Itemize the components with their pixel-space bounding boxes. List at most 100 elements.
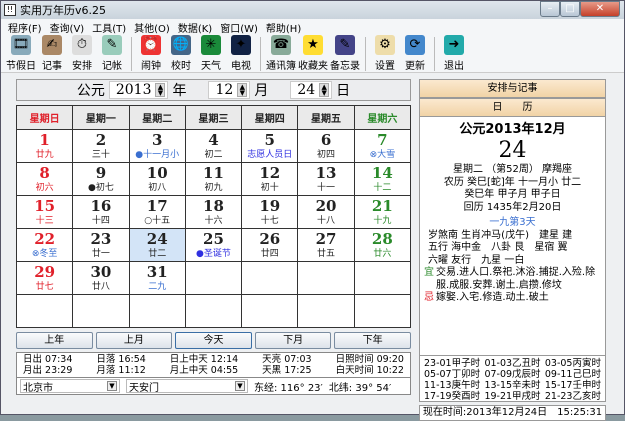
toolbar-button-time-sync[interactable]: 🌐 校时 bbox=[166, 35, 196, 72]
day-cell[interactable] bbox=[241, 294, 299, 328]
toolbar-button-memo[interactable]: ✎ 备忘录 bbox=[329, 35, 361, 72]
city-select[interactable]: 北京市 ▼ bbox=[20, 379, 120, 394]
next-month-button[interactable]: 下月 bbox=[254, 332, 332, 349]
day-cell[interactable]: 17 ○十五 bbox=[128, 195, 186, 229]
month-spinner[interactable]: 12 ▲ ▼ bbox=[208, 81, 251, 99]
year-spinner[interactable]: 2013 ▲ ▼ bbox=[108, 81, 169, 99]
day-cell[interactable] bbox=[297, 294, 355, 328]
day-cell[interactable] bbox=[128, 294, 186, 328]
day-cell[interactable]: 22 ⊗冬至 bbox=[15, 228, 74, 262]
day-number: 31 bbox=[146, 263, 168, 281]
prev-month-button[interactable]: 上月 bbox=[95, 332, 173, 349]
day-cell[interactable]: 3 ●十一月小 bbox=[128, 129, 186, 163]
hour-item: 11-13庚午时 bbox=[424, 380, 481, 391]
day-cell[interactable]: 7 ⊗大雪 bbox=[353, 129, 412, 163]
app-window: !! 实用万年历v6.25 – □ ✕ 程序(F) 查询(V) 工具(T) 其他(O)… bbox=[0, 0, 625, 421]
menu-item[interactable]: 数据(K) bbox=[174, 19, 216, 35]
toolbar-button-notes[interactable]: ✍ 记事 bbox=[37, 35, 67, 72]
day-cell[interactable]: 11 初九 bbox=[184, 162, 243, 196]
month-value[interactable]: 12 bbox=[211, 82, 237, 98]
day-cell[interactable]: 6 初四 bbox=[297, 129, 355, 163]
day-cell[interactable]: 9 ●初七 bbox=[72, 162, 130, 196]
close-button[interactable]: ✕ bbox=[580, 1, 620, 17]
menu-item[interactable]: 工具(T) bbox=[88, 19, 130, 35]
day-cell[interactable]: 19 十七 bbox=[241, 195, 299, 229]
toolbar-button-address-book[interactable]: ☎ 通讯簿 bbox=[265, 35, 297, 72]
day-number: 25 bbox=[203, 230, 224, 248]
next-year-button[interactable]: 下年 bbox=[334, 332, 411, 349]
chevron-down-icon[interactable]: ▼ bbox=[235, 381, 245, 391]
day-cell[interactable]: 18 十六 bbox=[184, 195, 243, 229]
toolbar-button-tv[interactable]: ✦ 电视 bbox=[226, 35, 256, 72]
chevron-down-icon[interactable]: ▼ bbox=[107, 381, 117, 391]
day-cell[interactable]: 25 ●圣诞节 bbox=[184, 228, 243, 262]
day-cell[interactable]: 10 初八 bbox=[128, 162, 186, 196]
day-cell[interactable] bbox=[241, 261, 299, 295]
day-unit: 日 bbox=[336, 83, 351, 99]
address-book-icon: ☎ bbox=[271, 35, 291, 55]
day-cell[interactable] bbox=[353, 261, 412, 295]
day-cell[interactable] bbox=[184, 261, 243, 295]
day-cell[interactable]: 5 志愿人员日 bbox=[241, 129, 299, 163]
toolbar-button-update[interactable]: ⟳ 更新 bbox=[400, 35, 430, 72]
menu-item[interactable]: 程序(F) bbox=[4, 19, 46, 35]
day-number: 22 bbox=[34, 230, 56, 248]
today-button[interactable]: 今天 bbox=[175, 332, 252, 349]
day-cell[interactable]: 13 十一 bbox=[297, 162, 355, 196]
day-cell[interactable]: 16 十四 bbox=[72, 195, 130, 229]
lunar-label: 十九 bbox=[373, 216, 392, 226]
toolbar-separator bbox=[131, 37, 132, 71]
menu-item[interactable]: 帮助(H) bbox=[262, 19, 305, 35]
day-cell[interactable] bbox=[184, 294, 243, 328]
toolbar-button-accounts[interactable]: ✎ 记帐 bbox=[97, 35, 127, 72]
menu-item[interactable]: 查询(V) bbox=[46, 19, 89, 35]
maximize-button[interactable]: □ bbox=[560, 1, 580, 17]
day-cell[interactable]: 2 三十 bbox=[72, 129, 130, 163]
spin-arrows-icon[interactable]: ▲ ▼ bbox=[319, 83, 330, 97]
tab-schedule-notes[interactable]: 安排与记事 bbox=[419, 79, 606, 98]
day-cell[interactable]: 30 廿八 bbox=[72, 261, 130, 295]
hour-item: 03-05丙寅时 bbox=[544, 358, 601, 369]
day-cell[interactable]: 14 十二 bbox=[353, 162, 412, 196]
day-cell[interactable] bbox=[353, 294, 412, 328]
spin-arrows-icon[interactable]: ▲ ▼ bbox=[155, 83, 166, 97]
weekday-header: 星期二 bbox=[128, 105, 186, 130]
toolbar-button-exit[interactable]: ➜ 退出 bbox=[439, 35, 469, 72]
toolbar-button-weather[interactable]: ✳ 天气 bbox=[196, 35, 226, 72]
day-cell[interactable]: 28 廿六 bbox=[353, 228, 412, 262]
day-cell[interactable]: 21 十九 bbox=[353, 195, 412, 229]
day-cell[interactable] bbox=[72, 294, 130, 328]
toolbar-button-favorites[interactable]: ★ 收藏夹 bbox=[297, 35, 329, 72]
minimize-button[interactable]: – bbox=[540, 1, 560, 17]
toolbar-button-alarm-clock[interactable]: ⏰ 闹钟 bbox=[136, 35, 166, 72]
day-cell[interactable]: 29 廿七 bbox=[15, 261, 74, 295]
hour-item: 05-07丁卯时 bbox=[424, 369, 481, 380]
day-cell[interactable]: 1 廿九 bbox=[15, 129, 74, 163]
prev-year-button[interactable]: 上年 bbox=[16, 332, 93, 349]
day-cell[interactable]: 31 二九 bbox=[128, 261, 186, 295]
day-cell[interactable]: 27 廿五 bbox=[297, 228, 355, 262]
menu-item[interactable]: 其他(O) bbox=[130, 19, 174, 35]
place-select[interactable]: 天安门 ▼ bbox=[126, 379, 248, 394]
day-cell[interactable]: 24 廿二 bbox=[128, 228, 186, 262]
day-cell[interactable] bbox=[15, 294, 74, 328]
day-cell[interactable]: 8 初六 bbox=[15, 162, 74, 196]
day-cell[interactable]: 15 十三 bbox=[15, 195, 74, 229]
menu-item[interactable]: 窗口(W) bbox=[216, 19, 262, 35]
toolbar-button-settings[interactable]: ⚙ 设置 bbox=[370, 35, 400, 72]
day-value[interactable]: 24 bbox=[293, 82, 319, 98]
toolbar-button-holiday[interactable]: 🎞 节假日 bbox=[5, 35, 37, 72]
day-cell[interactable]: 12 初十 bbox=[241, 162, 299, 196]
day-cell[interactable]: 4 初二 bbox=[184, 129, 243, 163]
day-cell[interactable]: 26 廿四 bbox=[241, 228, 299, 262]
spin-arrows-icon[interactable]: ▲ ▼ bbox=[237, 83, 248, 97]
year-value[interactable]: 2013 bbox=[112, 82, 156, 98]
toolbar-label: 闹钟 bbox=[141, 61, 161, 72]
day-number: 8 bbox=[39, 164, 50, 182]
day-cell[interactable]: 23 廿一 bbox=[72, 228, 130, 262]
toolbar-button-schedule[interactable]: ⏱ 安排 bbox=[67, 35, 97, 72]
day-spinner[interactable]: 24 ▲ ▼ bbox=[290, 81, 333, 99]
day-cell[interactable] bbox=[297, 261, 355, 295]
tab-calendar[interactable]: 日 历 bbox=[419, 98, 606, 117]
day-cell[interactable]: 20 十八 bbox=[297, 195, 355, 229]
